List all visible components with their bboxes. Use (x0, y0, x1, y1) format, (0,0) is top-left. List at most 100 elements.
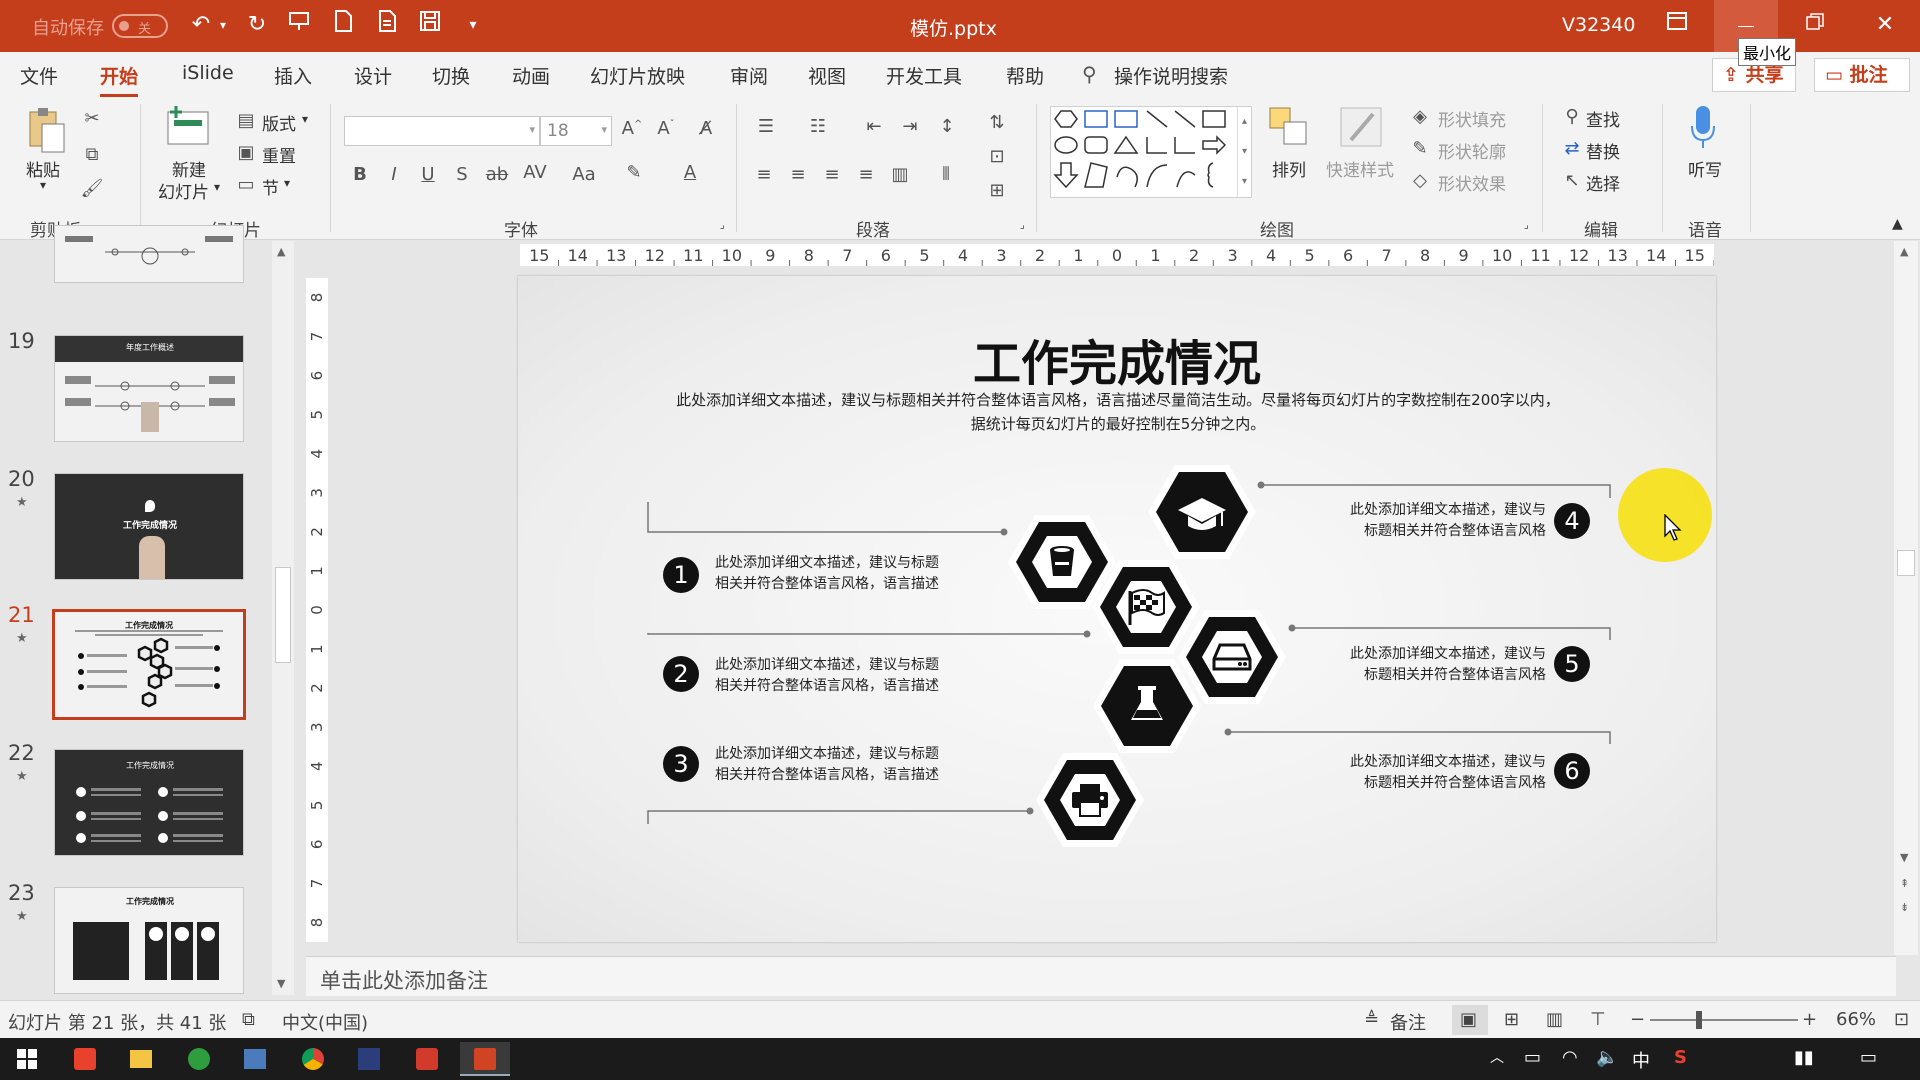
numbering-icon[interactable]: ☷ (804, 116, 832, 137)
shape-effects-button[interactable]: 形状效果 (1438, 170, 1506, 195)
quick-styles-icon[interactable] (1336, 104, 1386, 150)
select-icon[interactable]: ↖ (1560, 170, 1584, 191)
zoom-out-icon[interactable]: − (1630, 1009, 1645, 1030)
slide-thumbnail-22[interactable]: 工作完成情况 (54, 749, 244, 856)
layout-icon[interactable]: ▤ (234, 110, 258, 131)
slide-thumbnail-23[interactable]: 工作完成情况 (54, 887, 244, 994)
app-icon-navy[interactable] (350, 1042, 388, 1076)
section-dropdown-icon[interactable]: ▾ (284, 176, 290, 190)
undo-dropdown-icon[interactable]: ▾ (208, 10, 238, 40)
shadow-icon[interactable]: S (452, 164, 472, 185)
slide-thumbnail-21[interactable]: 工作完成情况 (52, 609, 246, 720)
shapes-gallery-scroll[interactable]: ▴ ▾ ▾ (1237, 107, 1251, 197)
select-button[interactable]: 选择 (1586, 170, 1620, 195)
customize-qat-icon[interactable]: ▾ (458, 10, 488, 40)
powerpoint-taskbar-icon[interactable] (460, 1042, 510, 1076)
windows-start-icon[interactable] (8, 1042, 46, 1076)
app-icon-arrow[interactable] (408, 1042, 446, 1076)
replace-button[interactable]: 替换 (1586, 138, 1620, 163)
smartart-icon[interactable]: ⊞ (982, 180, 1012, 201)
search-icon[interactable]: ⚲ (1082, 62, 1097, 86)
zoom-slider[interactable] (1650, 1019, 1798, 1021)
zoom-slider-thumb[interactable] (1695, 1011, 1702, 1029)
clear-formatting-icon[interactable]: A̸ (692, 118, 720, 139)
tray-expand-icon[interactable]: ︿ (1490, 1047, 1504, 1067)
next-slide-icon[interactable]: ⇟ (1900, 901, 1909, 914)
volume-icon[interactable]: 🔈 (1596, 1047, 1618, 1068)
tab-design[interactable]: 设计 (354, 62, 392, 89)
present-from-start-icon[interactable] (284, 10, 314, 40)
notes-toggle-button[interactable]: 备注 (1390, 1009, 1426, 1035)
notes-toggle-icon[interactable]: ≜ (1364, 1009, 1379, 1030)
arrange-icon[interactable] (1266, 104, 1312, 150)
item-text-2[interactable]: 此处添加详细文本描述，建议与标题 相关并符合整体语言风格，语言描述 (715, 655, 939, 697)
tab-animations[interactable]: 动画 (512, 62, 550, 89)
section-icon[interactable]: ▭ (234, 174, 258, 195)
thumbnail-scrollbar[interactable]: ▲ ▼ (272, 241, 294, 995)
text-direction-icon[interactable]: ⇅ (982, 112, 1012, 133)
thumbnail-scroll-thumb[interactable] (275, 567, 291, 663)
item-text-6[interactable]: 此处添加详细文本描述，建议与 标题相关并符合整体语言风格 (1336, 752, 1546, 794)
decrease-font-icon[interactable]: Aˇ (654, 118, 678, 139)
new-file-icon[interactable] (328, 10, 358, 40)
previous-slide-icon[interactable]: ⇞ (1900, 877, 1909, 890)
find-icon[interactable]: ⚲ (1560, 106, 1584, 127)
sogou-icon[interactable]: S (1674, 1047, 1687, 1068)
slideshow-icon[interactable]: ⊤ (1590, 1009, 1606, 1030)
paste-icon[interactable] (24, 106, 68, 156)
item-text-5[interactable]: 此处添加详细文本描述，建议与 标题相关并符合整体语言风格 (1336, 644, 1546, 686)
slide-scrollbar[interactable]: ▲ ▼ ⇞ ⇟ (1894, 241, 1918, 955)
tab-review[interactable]: 审阅 (730, 62, 768, 89)
slide-sorter-icon[interactable]: ⊞ (1504, 1009, 1519, 1030)
decrease-indent-icon[interactable]: ⇤ (860, 116, 888, 137)
find-button[interactable]: 查找 (1586, 106, 1620, 131)
columns-icon[interactable]: ⫴ (932, 164, 960, 185)
tab-file[interactable]: 文件 (20, 62, 58, 89)
slide-canvas[interactable]: 工作完成情况 此处添加详细文本描述，建议与标题相关并符合整体语言风格，语言描述尽… (518, 276, 1716, 942)
print-preview-icon[interactable] (372, 10, 402, 40)
microphone-icon[interactable] (1688, 104, 1718, 150)
font-size-combo[interactable]: 18 ▾ (540, 116, 612, 146)
align-text-icon[interactable]: ⊡ (982, 146, 1012, 167)
notes-pane[interactable]: 单击此处添加备注 (306, 956, 1896, 996)
increase-indent-icon[interactable]: ⇥ (896, 116, 924, 137)
justify-icon[interactable]: ≡ (854, 164, 878, 185)
shape-fill-icon[interactable]: ◈ (1408, 106, 1432, 127)
arrange-button[interactable]: 排列 (1272, 156, 1306, 181)
align-center-icon[interactable]: ≡ (786, 164, 810, 185)
item-text-3[interactable]: 此处添加详细文本描述，建议与标题 相关并符合整体语言风格，语言描述 (715, 744, 939, 786)
shapes-gallery[interactable]: ▴ ▾ ▾ (1050, 106, 1252, 198)
tab-slideshow[interactable]: 幻灯片放映 (590, 62, 685, 89)
align-right-icon[interactable]: ≡ (820, 164, 844, 185)
format-painter-icon[interactable]: 🖌 (80, 178, 104, 199)
restore-button[interactable] (1800, 10, 1830, 40)
tab-home[interactable]: 开始 (100, 62, 139, 97)
shape-outline-icon[interactable]: ✎ (1408, 138, 1432, 159)
tab-view[interactable]: 视图 (808, 62, 846, 89)
tab-insert[interactable]: 插入 (274, 62, 312, 89)
browser-icon-green[interactable] (180, 1042, 218, 1076)
shape-outline-button[interactable]: 形状轮廓 (1438, 138, 1506, 163)
slide-thumbnail-20[interactable]: 工作完成情况 (54, 473, 244, 580)
tab-help[interactable]: 帮助 (1006, 62, 1044, 89)
replace-icon[interactable]: ⇄ (1560, 138, 1584, 159)
font-launcher-icon[interactable]: ⌟ (720, 220, 725, 231)
tab-islide[interactable]: iSlide (182, 62, 234, 84)
item-text-4[interactable]: 此处添加详细文本描述，建议与 标题相关并符合整体语言风格 (1336, 500, 1546, 542)
shape-effects-icon[interactable]: ◇ (1408, 170, 1432, 191)
paragraph-launcher-icon[interactable]: ⌟ (1020, 220, 1025, 231)
drawing-launcher-icon[interactable]: ⌟ (1524, 220, 1529, 231)
tab-transitions[interactable]: 切换 (432, 62, 470, 89)
font-name-combo[interactable]: ▾ (344, 116, 540, 146)
paste-dropdown-icon[interactable]: ▾ (40, 178, 46, 192)
save-icon[interactable] (415, 10, 445, 40)
line-spacing-icon[interactable]: ↕ (932, 116, 962, 137)
highlight-icon[interactable]: ✎ (620, 162, 648, 183)
layout-dropdown-icon[interactable]: ▾ (302, 112, 308, 126)
increase-font-icon[interactable]: A^ (620, 118, 644, 139)
slide-scroll-thumb[interactable] (1897, 550, 1915, 576)
section-button[interactable]: 节 (262, 174, 279, 199)
quick-styles-button[interactable]: 快速样式 (1326, 156, 1394, 181)
char-spacing-icon[interactable]: AV (520, 162, 550, 183)
distributed-icon[interactable]: ▥ (888, 164, 912, 185)
